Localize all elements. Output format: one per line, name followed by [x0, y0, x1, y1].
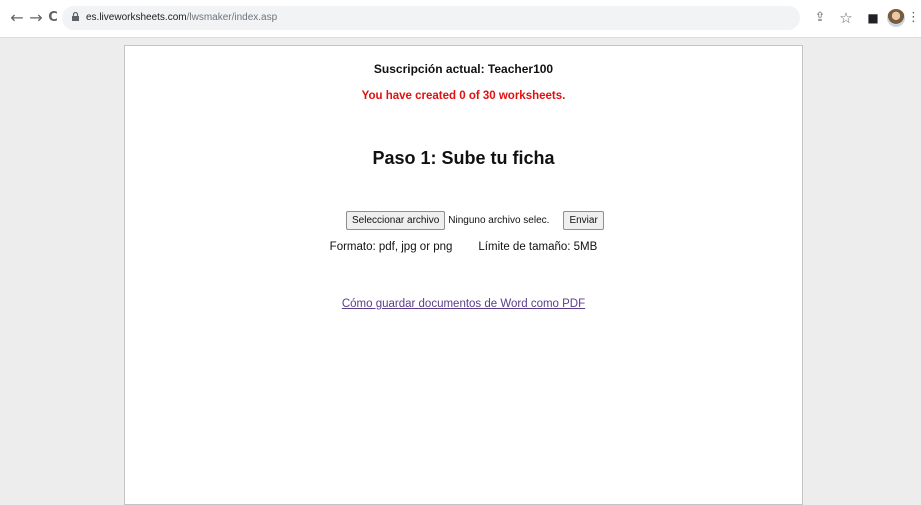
reload-icon[interactable]: C: [44, 9, 62, 27]
url-path: /lwsmaker/index.asp: [186, 12, 278, 23]
back-arrow-icon[interactable]: ←: [8, 9, 26, 27]
profile-avatar[interactable]: [887, 9, 905, 27]
subscription-label: Suscripción actual: Teacher100: [373, 62, 554, 76]
word-to-pdf-link[interactable]: Cómo guardar documentos de Word como PDF: [125, 298, 802, 310]
kebab-menu-icon[interactable]: ⋮: [907, 9, 920, 27]
address-bar[interactable]: es.liveworksheets.com/lwsmaker/index.asp: [62, 6, 800, 30]
size-limit: Límite de tamaño: 5MB: [478, 241, 598, 253]
allowed-formats: Formato: pdf, jpg or png: [329, 241, 453, 253]
lock-icon[interactable]: [72, 12, 79, 21]
browser-toolbar: ← → C es.liveworksheets.com/lwsmaker/ind…: [0, 0, 921, 38]
format-info: Formato: pdf, jpg or png Límite de tamaño…: [125, 241, 802, 253]
side-panel-icon[interactable]: ■: [864, 9, 882, 27]
share-icon[interactable]: ⇪: [811, 9, 829, 27]
url-domain: es.liveworksheets.com: [86, 12, 187, 23]
file-status-text: Ninguno archivo selec.: [448, 214, 550, 226]
file-upload-row: Seleccionar archivo Ninguno archivo sele…: [346, 210, 604, 230]
step-title: Paso 1: Sube tu ficha: [372, 148, 555, 168]
send-button[interactable]: Enviar: [563, 210, 604, 230]
worksheets-created-notice: You have created 0 of 30 worksheets.: [361, 90, 566, 102]
bookmark-star-icon[interactable]: ☆: [837, 9, 855, 27]
url-text[interactable]: es.liveworksheets.com/lwsmaker/index.asp: [86, 6, 277, 30]
choose-file-button[interactable]: Seleccionar archivo: [346, 210, 446, 230]
worksheet-maker-panel: Suscripción actual: Teacher100 You have …: [124, 45, 803, 505]
forward-arrow-icon[interactable]: →: [27, 9, 45, 27]
